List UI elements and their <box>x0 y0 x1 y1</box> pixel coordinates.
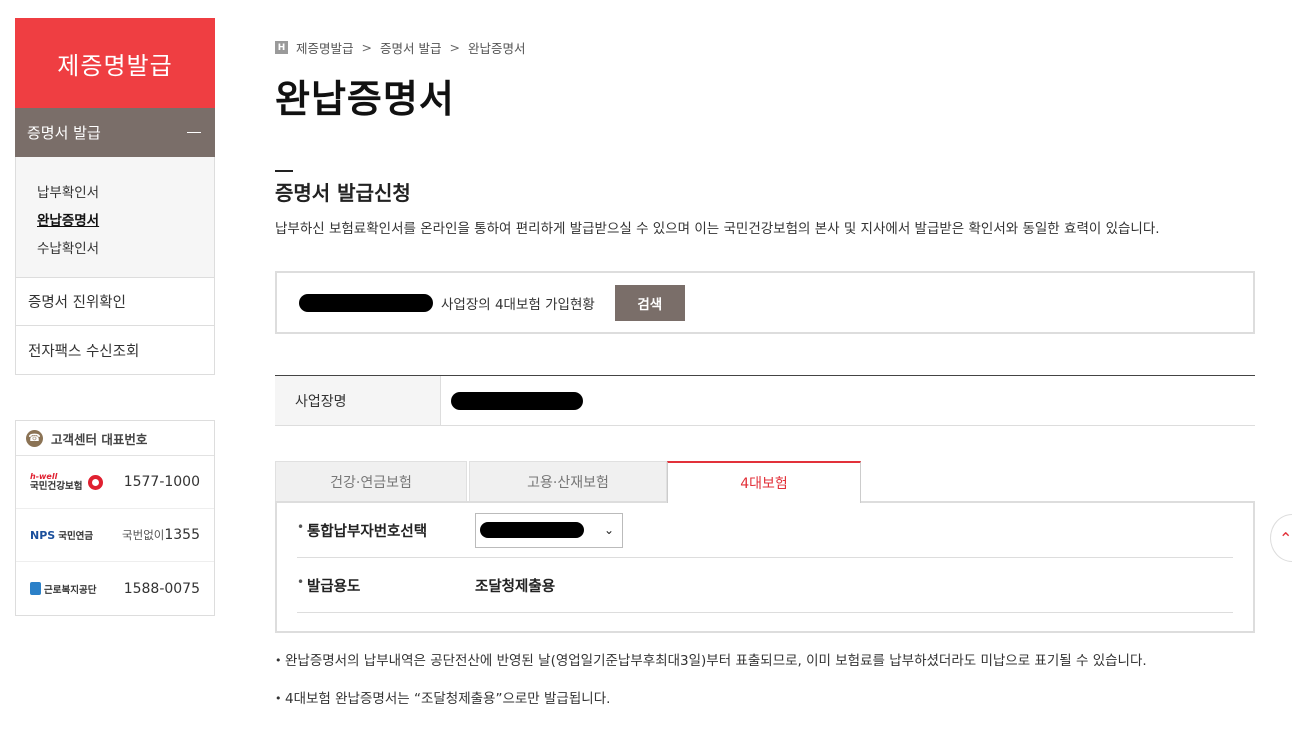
collapse-minus-icon[interactable] <box>187 131 201 134</box>
breadcrumb-separator: > <box>361 40 372 55</box>
notice-item: 4대보험 완납증명서는 “조달청제출용”으로만 발급됩니다. <box>275 690 1255 708</box>
notice-list: 완납증명서의 납부내역은 공단전산에 반영된 날(영업일기준납부후최대3일)부터… <box>275 652 1255 708</box>
breadcrumb-separator: > <box>449 40 460 55</box>
sidebar-item-authenticity-check[interactable]: 증명서 진위확인 <box>15 277 215 326</box>
contact-row-nhis: h-well 국민건강보험 1577-1000 <box>16 456 214 509</box>
payer-number-select[interactable]: ⌄ <box>475 512 623 548</box>
sidebar: 제증명발급 증명서 발급 납부확인서 완납증명서 수납확인서 증명서 진위확인 … <box>15 18 215 375</box>
sidebar-item-efax-inquiry[interactable]: 전자팩스 수신조회 <box>15 326 215 375</box>
redacted-payer-number <box>480 522 584 538</box>
insurance-tabs: 건강·연금보험 고용·산재보험 4대보험 <box>275 461 1255 503</box>
purpose-label: 발급용도 <box>297 575 475 596</box>
sidebar-item-full-payment-certificate[interactable]: 완납증명서 <box>37 207 214 235</box>
page-title: 완납증명서 <box>275 77 455 121</box>
section-title-bar <box>275 170 293 172</box>
section-title: 증명서 발급신청 <box>275 181 411 205</box>
sidebar-item-payment-confirmation[interactable]: 납부확인서 <box>37 179 214 207</box>
contact-row-nps: NPS 국민연금 국번없이1355 <box>16 509 214 562</box>
tab-health-pension[interactable]: 건강·연금보험 <box>275 461 467 502</box>
customer-center-box: ☎ 고객센터 대표번호 h-well 국민건강보험 1577-1000 NPS … <box>15 420 215 616</box>
customer-center-header: ☎ 고객센터 대표번호 <box>16 421 214 456</box>
form-row-purpose: 발급용도 조달청제출용 <box>297 558 1233 613</box>
customer-center-title: 고객센터 대표번호 <box>51 431 148 447</box>
contact-row-comwel: 근로복지공단 1588-0075 <box>16 562 214 615</box>
business-name-value <box>441 376 1255 425</box>
sidebar-section-label: 증명서 발급 <box>27 124 101 142</box>
tab-four-insurances[interactable]: 4대보험 <box>667 461 861 503</box>
tab-employment-accident[interactable]: 고용·산재보험 <box>469 461 667 502</box>
business-name-header: 사업장명 <box>275 376 441 425</box>
contact-number-comwel: 1588-0075 <box>123 580 200 597</box>
sidebar-item-receipt-confirmation[interactable]: 수납확인서 <box>37 235 214 263</box>
search-button[interactable]: 검색 <box>614 284 685 321</box>
chevron-up-icon: ⌃ <box>1279 528 1292 548</box>
notice-item: 완납증명서의 납부내역은 공단전산에 반영된 날(영업일기준납부후최대3일)부터… <box>275 652 1255 670</box>
search-label: 사업장의 4대보험 가입현황 <box>441 296 595 313</box>
redacted-business-name-value <box>451 391 583 410</box>
nhis-heart-icon <box>88 474 104 490</box>
breadcrumb-item-current: 완납증명서 <box>467 41 526 56</box>
sidebar-submenu: 납부확인서 완납증명서 수납확인서 <box>15 157 215 277</box>
purpose-value: 조달청제출용 <box>475 578 556 595</box>
breadcrumb-item[interactable]: 제증명발급 <box>296 38 354 57</box>
nhis-logo: h-well 국민건강보험 <box>30 472 104 492</box>
payer-number-label: 통합납부자번호선택 <box>297 520 475 541</box>
home-icon[interactable]: H <box>275 41 288 54</box>
chevron-down-icon: ⌄ <box>603 523 614 537</box>
breadcrumb: H 제증명발급 > 증명서 발급 > 완납증명서 <box>275 38 525 57</box>
phone-icon: ☎ <box>26 429 43 447</box>
business-search-box: 사업장의 4대보험 가입현황 검색 <box>275 271 1255 334</box>
form-row-payer-number: 통합납부자번호선택 ⌄ <box>297 503 1233 558</box>
sidebar-title: 제증명발급 <box>15 18 215 108</box>
contact-number-nhis: 1577-1000 <box>123 474 200 490</box>
nps-logo: NPS 국민연금 <box>30 528 94 543</box>
redacted-business-name <box>299 293 433 312</box>
comwel-mark-icon <box>30 582 41 595</box>
breadcrumb-item[interactable]: 증명서 발급 <box>380 38 441 57</box>
certificate-form: 통합납부자번호선택 ⌄ 발급용도 조달청제출용 <box>275 501 1255 633</box>
scroll-top-button[interactable]: ⌃ <box>1270 514 1292 562</box>
section-description: 납부하신 보험료확인서를 온라인을 통하여 편리하게 발급받으실 수 있으며 이… <box>275 221 1160 237</box>
comwel-logo: 근로복지공단 <box>30 582 96 596</box>
business-info-table: 사업장명 <box>275 375 1255 426</box>
sidebar-section-certificate[interactable]: 증명서 발급 <box>15 108 215 157</box>
contact-number-nps: 국번없이1355 <box>122 527 200 543</box>
